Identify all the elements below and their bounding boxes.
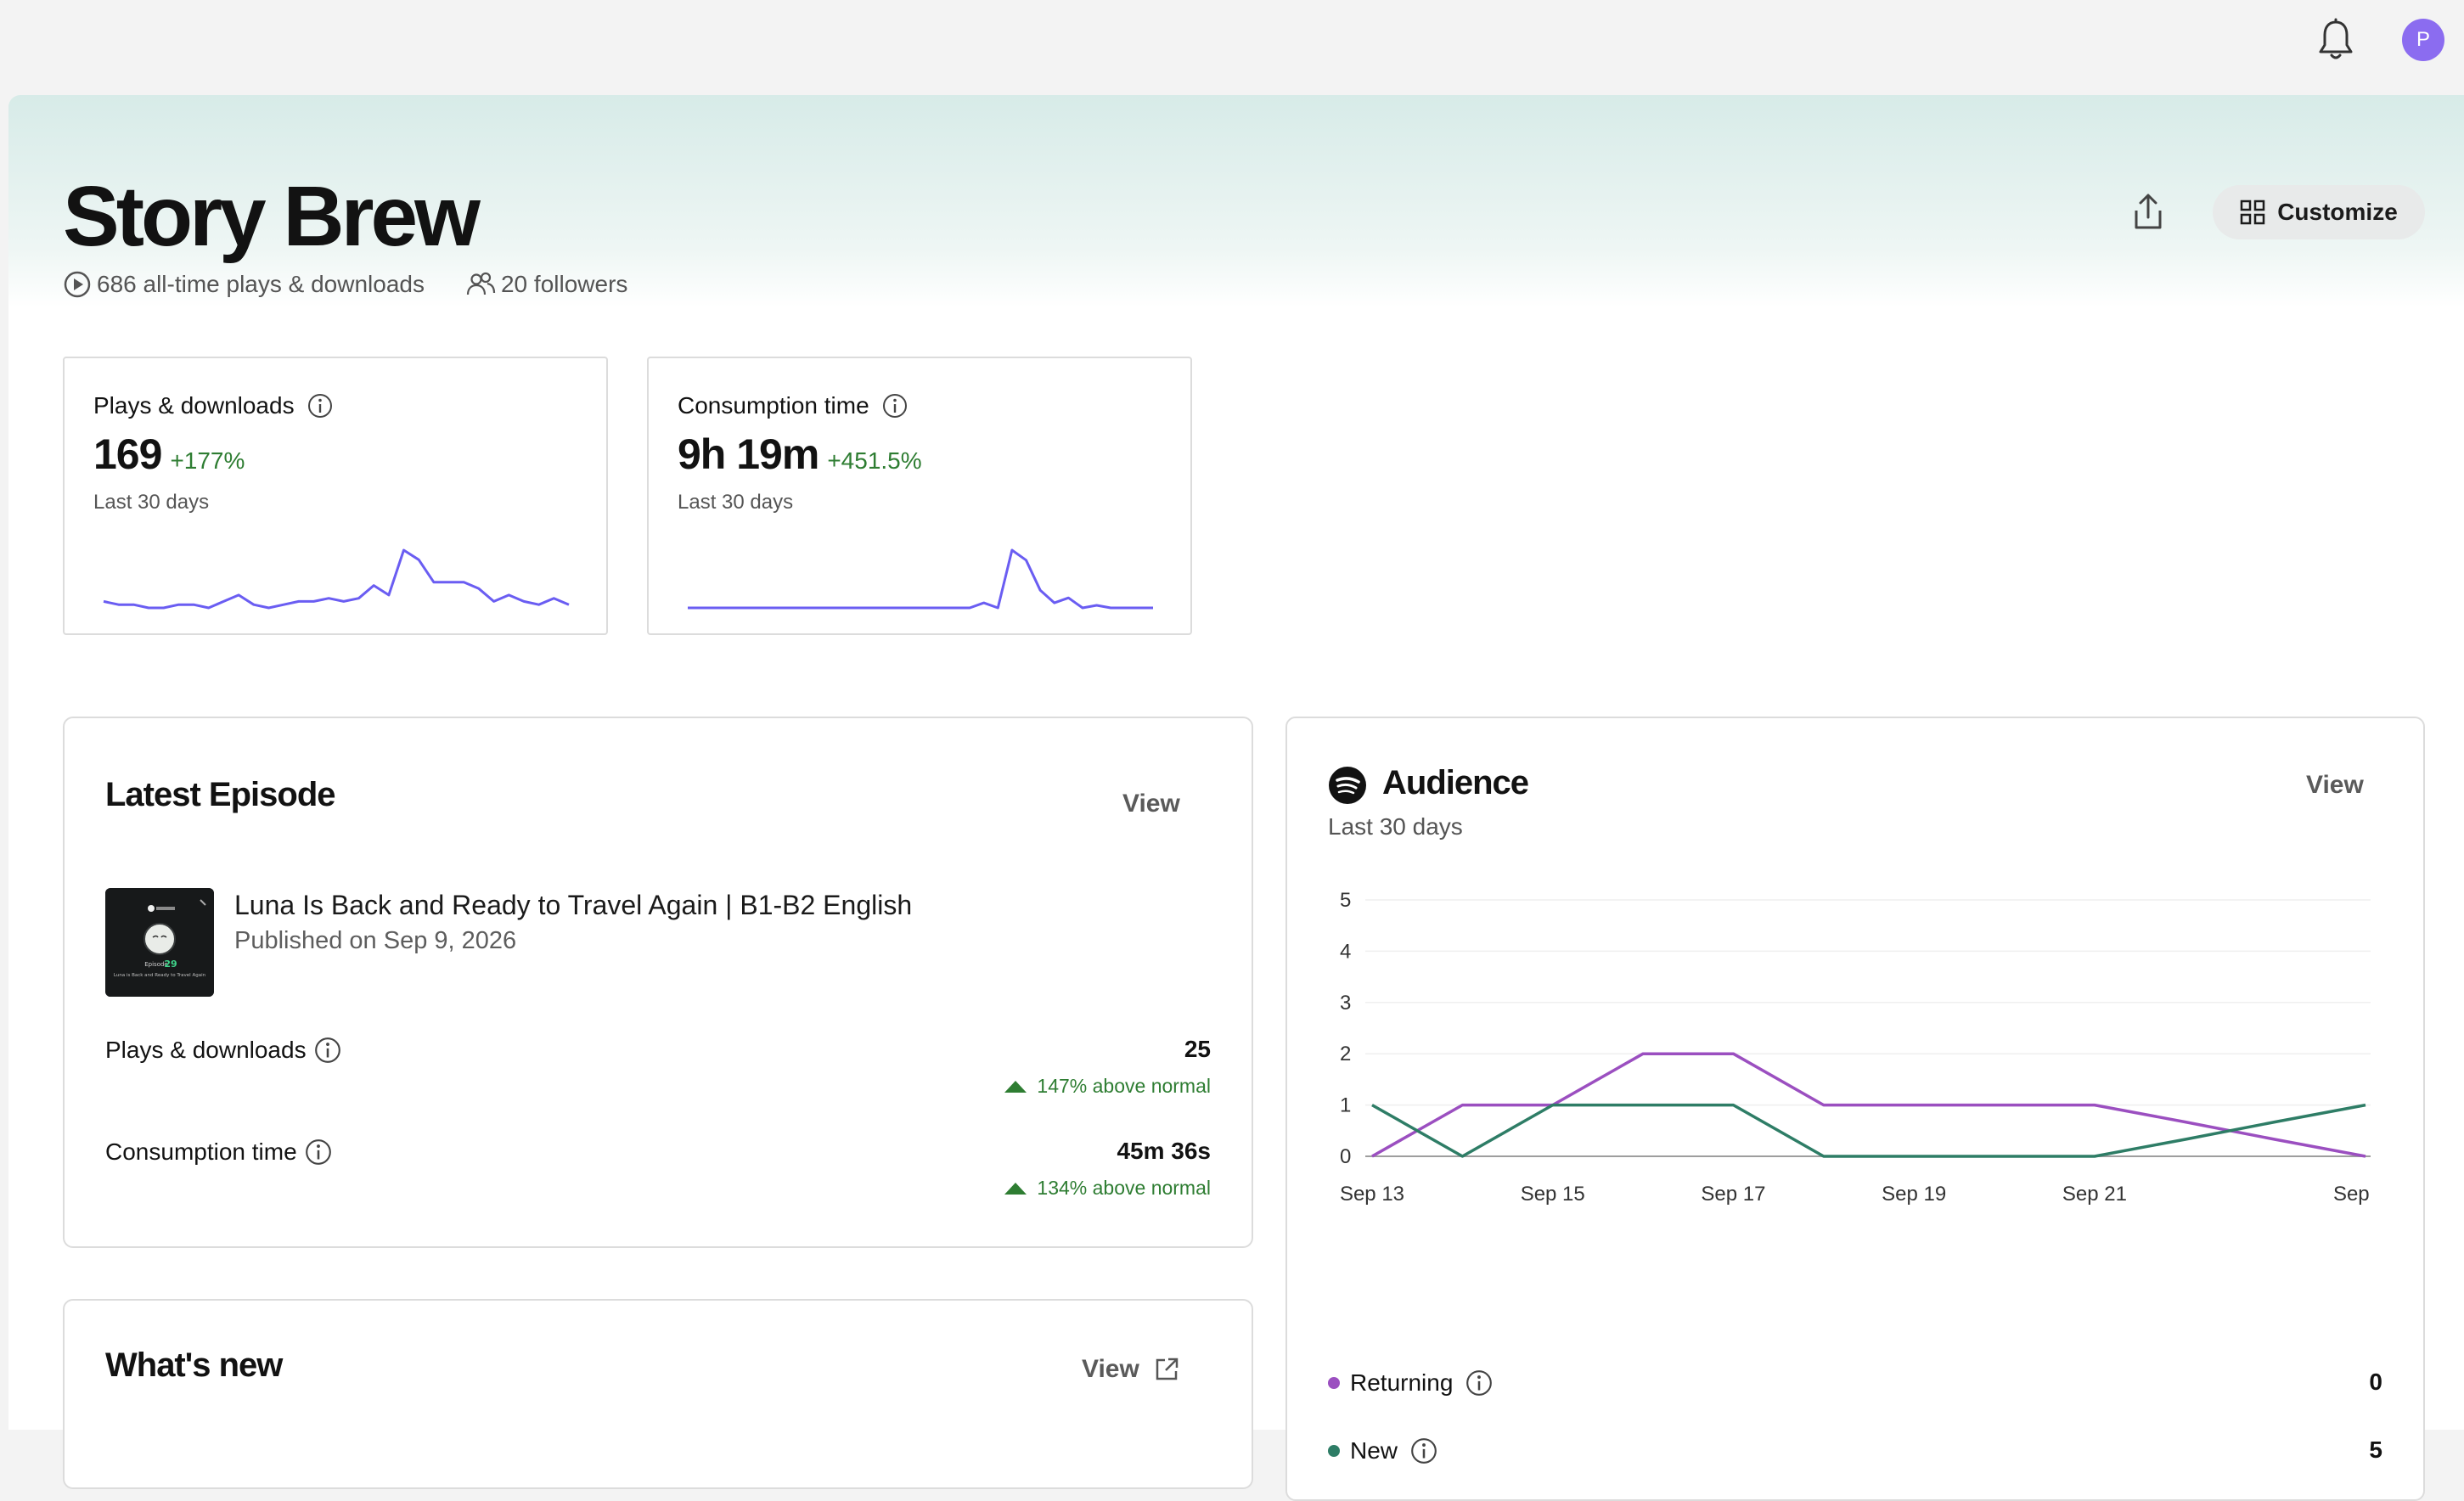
- episode-cover-image[interactable]: Episode 29 Luna is Back and Ready to Tra…: [105, 888, 214, 997]
- stat-card-plays[interactable]: Plays & downloads 169 +177% Last 30 days: [63, 357, 608, 635]
- stat-title: Consumption time: [678, 392, 909, 419]
- latest-episode-panel: Latest Episode View Episode 29 Luna is B…: [63, 717, 1253, 1248]
- audience-heading: Audience: [1382, 764, 1529, 801]
- top-bar: P: [0, 0, 2464, 93]
- latest-episode-heading: Latest Episode: [105, 776, 336, 813]
- info-icon[interactable]: [1465, 1369, 1494, 1397]
- episode-published-date: Published on Sep 9, 2026: [234, 927, 517, 954]
- episode-cover-caption: Luna is Back and Ready to Travel Again: [114, 973, 206, 978]
- view-label: View: [1082, 1355, 1139, 1383]
- bell-icon[interactable]: [2315, 17, 2357, 63]
- legend-returning: Returning: [1328, 1369, 1494, 1397]
- metric-note-text: 134% above normal: [1037, 1177, 1211, 1199]
- series-line-new: [1371, 1103, 2366, 1158]
- stat-value-row: 9h 19m +451.5%: [678, 430, 922, 479]
- page-title: Story Brew: [63, 169, 481, 264]
- legend-new: New: [1328, 1436, 1438, 1465]
- whats-new-view-link[interactable]: View: [1082, 1355, 1180, 1384]
- x-tick-label: Sep 17: [1701, 1183, 1765, 1206]
- episode-consumption-value: 45m 36s: [1117, 1138, 1211, 1164]
- stat-title-text: Consumption time: [678, 392, 869, 419]
- info-icon[interactable]: [307, 392, 334, 419]
- stat-period: Last 30 days: [678, 491, 794, 514]
- legend-new-value: 5: [2369, 1436, 2382, 1463]
- legend-returning-value: 0: [2369, 1369, 2382, 1395]
- stat-card-consumption[interactable]: Consumption time 9h 19m +451.5% Last 30 …: [647, 357, 1192, 635]
- share-icon[interactable]: [2126, 190, 2170, 234]
- episode-plays-value: 25: [1184, 1036, 1211, 1062]
- metric-note-text: 147% above normal: [1037, 1075, 1211, 1097]
- customize-button[interactable]: Customize: [2213, 185, 2425, 239]
- x-tick-label: Sep 19: [1882, 1183, 1946, 1206]
- all-time-plays: 686 all-time plays & downloads: [97, 271, 425, 297]
- info-icon[interactable]: [313, 1036, 342, 1065]
- x-tick-label: Sep 24: [2333, 1183, 2374, 1206]
- info-icon[interactable]: [304, 1138, 333, 1167]
- stat-delta: +177%: [170, 447, 245, 474]
- audience-view-link[interactable]: View: [2306, 771, 2364, 800]
- spotify-icon: [1329, 767, 1366, 804]
- plays-sparkline: [103, 548, 570, 610]
- stat-delta: +451.5%: [827, 447, 922, 474]
- audience-period: Last 30 days: [1328, 813, 1463, 840]
- followers-icon: [466, 272, 496, 295]
- legend-label: Returning: [1350, 1369, 1454, 1396]
- sparkline-path: [103, 548, 570, 610]
- audience-panel: Audience Last 30 days View 0 1 2 3 4 5 Sep 13 S…: [1285, 717, 2425, 1501]
- whats-new-heading: What's new: [105, 1346, 283, 1384]
- legend-swatch: [1328, 1377, 1340, 1389]
- info-icon[interactable]: [881, 392, 909, 419]
- metric-label-text: Plays & downloads: [105, 1037, 307, 1063]
- stat-period: Last 30 days: [93, 491, 210, 514]
- metric-label-text: Consumption time: [105, 1138, 297, 1165]
- episode-consumption-label: Consumption time: [105, 1138, 333, 1167]
- up-arrow-icon: [1004, 1182, 1027, 1195]
- info-icon[interactable]: [1409, 1436, 1438, 1465]
- x-tick-label: Sep 13: [1340, 1183, 1404, 1206]
- whats-new-panel: What's new View: [63, 1299, 1253, 1489]
- legend-swatch: [1328, 1445, 1340, 1457]
- audience-line-chart: 0 1 2 3 4 5 Sep 13 Sep 15 Sep 17 Sep 19 Sep 21 Sep …: [1340, 889, 2374, 1206]
- stat-title-text: Plays & downloads: [93, 392, 295, 419]
- sparkline-path: [688, 548, 1153, 610]
- x-tick-label: Sep 21: [2062, 1183, 2127, 1206]
- customize-label: Customize: [2277, 199, 2398, 225]
- episode-title[interactable]: Luna Is Back and Ready to Travel Again |…: [234, 890, 912, 921]
- episode-plays-note: 147% above normal: [1004, 1075, 1211, 1098]
- legend-label: New: [1350, 1437, 1398, 1464]
- latest-episode-view-link[interactable]: View: [1122, 790, 1180, 818]
- y-tick-label: 5: [1340, 889, 1351, 912]
- consumption-sparkline: [688, 548, 1153, 610]
- y-tick-label: 4: [1340, 940, 1351, 963]
- stat-value: 169: [93, 430, 162, 478]
- stat-value: 9h 19m: [678, 430, 819, 478]
- stat-title: Plays & downloads: [93, 392, 334, 419]
- avatar[interactable]: P: [2402, 19, 2444, 61]
- grid-icon: [2240, 200, 2265, 225]
- main-content: Story Brew 686 all-time plays & download…: [8, 95, 2464, 1501]
- y-tick-label: 3: [1340, 992, 1351, 1015]
- play-circle-icon: [64, 271, 91, 298]
- y-tick-label: 1: [1340, 1094, 1351, 1117]
- episode-consumption-note: 134% above normal: [1004, 1177, 1211, 1200]
- external-link-icon: [1156, 1358, 1179, 1380]
- x-tick-label: Sep 15: [1521, 1183, 1585, 1206]
- y-tick-label: 0: [1340, 1145, 1351, 1168]
- stat-value-row: 169 +177%: [93, 430, 245, 479]
- episode-plays-label: Plays & downloads: [105, 1036, 342, 1065]
- followers-count: 20 followers: [500, 271, 628, 297]
- podcast-meta: 686 all-time plays & downloads 20 follow…: [63, 270, 627, 299]
- up-arrow-icon: [1004, 1080, 1027, 1093]
- episode-cover-number: 29: [164, 959, 177, 970]
- y-tick-label: 2: [1340, 1043, 1351, 1065]
